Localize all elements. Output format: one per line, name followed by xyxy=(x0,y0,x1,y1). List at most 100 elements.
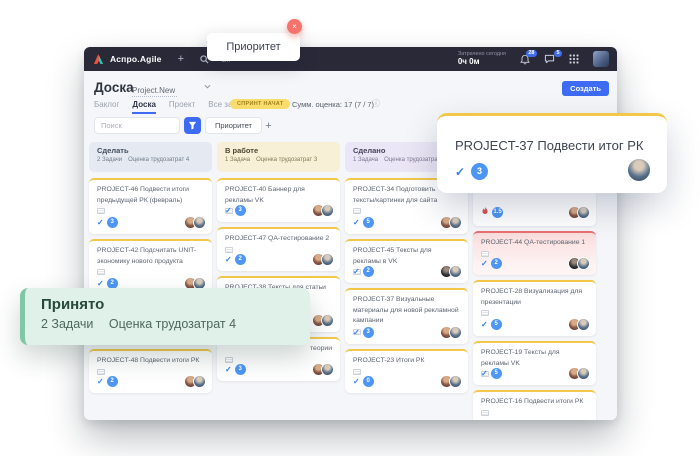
task-card[interactable]: PROJECT-44 QA-тестирование 1✓2 xyxy=(473,231,596,275)
task-card[interactable]: PROJECT-48 Подвести итоги РК✓2 xyxy=(89,349,212,393)
card-footer: ✓2 xyxy=(97,375,206,388)
tooltip-close-button[interactable]: × xyxy=(287,19,302,34)
task-count: 2 Задачи xyxy=(97,157,122,163)
description-icon xyxy=(97,208,105,214)
task-card[interactable]: PROJECT-42 Подсчитать UNIT-экономику нов… xyxy=(89,239,212,295)
task-title: PROJECT-37 Визуальные материалы для ново… xyxy=(353,295,460,327)
assignee-avatars xyxy=(312,204,334,217)
assignee-avatars xyxy=(568,318,590,331)
avatar xyxy=(321,314,334,327)
card-footer: ✓3 xyxy=(353,326,462,339)
avatar xyxy=(577,206,590,219)
estimate-badge: 3 xyxy=(471,163,488,180)
column-header: Сделать2 ЗадачиОценка трудозатрат 4 xyxy=(89,142,212,172)
check-icon: ✓ xyxy=(481,259,488,268)
task-card[interactable]: PROJECT-23 Итоги РК✓0 xyxy=(345,349,468,393)
task-title: PROJECT-46 Подвести итоги предыдущей РК … xyxy=(97,185,204,206)
assignee-avatars xyxy=(568,367,590,380)
add-filter-button[interactable]: + xyxy=(260,117,277,134)
card-footer: ✓3 xyxy=(225,204,334,217)
task-title: PROJECT-45 Тексты для рекламы в VK xyxy=(353,246,460,267)
task-callout-card[interactable]: PROJECT-37 Подвести итог РК ✓ 3 xyxy=(437,113,667,193)
filter-button[interactable] xyxy=(184,117,201,134)
tab-3[interactable]: Проект xyxy=(169,100,195,114)
task-card[interactable]: PROJECT-28 Визуализация для презентации✓… xyxy=(473,280,596,336)
description-icon xyxy=(225,247,233,253)
assignee-avatars xyxy=(312,363,334,376)
estimate-badge: 1.5 xyxy=(492,207,503,218)
chat-badge: 5 xyxy=(554,50,562,57)
create-button[interactable]: Создать xyxy=(562,81,609,96)
task-card[interactable]: PROJECT-40 Баннер для рекламы VK✓3 xyxy=(217,178,340,222)
task-title: PROJECT-47 QA-тестирование 2 xyxy=(225,234,332,245)
notification-badge: 28 xyxy=(526,50,537,57)
quick-add-button[interactable]: + xyxy=(178,53,184,65)
estimate-badge: 3 xyxy=(235,205,246,216)
check-icon: ✓ xyxy=(353,218,360,227)
column-callout-card: Принято 2 Задачи Оценка трудозатрат 4 xyxy=(20,288,310,345)
search-input[interactable] xyxy=(94,117,180,134)
task-card[interactable]: PROJECT-47 QA-тестирование 2 ✓2 xyxy=(217,227,340,271)
card-footer: ✓2 xyxy=(225,253,334,266)
avatar xyxy=(321,363,334,376)
task-title: теории xyxy=(225,344,332,355)
avatar xyxy=(449,375,462,388)
task-callout-title: PROJECT-37 Подвести итог РК xyxy=(455,138,643,153)
avatar xyxy=(449,326,462,339)
assignee-avatars xyxy=(184,375,206,388)
estimate-badge: 5 xyxy=(491,368,502,379)
task-card[interactable]: PROJECT-46 Подвести итоги предыдущей РК … xyxy=(89,178,212,234)
project-selector[interactable]: Project.New xyxy=(132,86,177,97)
check-icon: ✓ xyxy=(481,369,488,378)
card-footer: ✓3 xyxy=(97,216,206,229)
check-icon: ✓ xyxy=(353,267,360,276)
funnel-icon xyxy=(188,121,197,130)
avatar xyxy=(193,216,206,229)
task-card[interactable]: PROJECT-16 Подвести итоги РК✓ xyxy=(473,390,596,420)
chevron-down-icon xyxy=(204,84,211,89)
card-footer: ✓5 xyxy=(353,216,462,229)
tab-2[interactable]: Доска xyxy=(132,100,155,114)
check-icon: ✓ xyxy=(97,377,104,386)
card-footer: ✓0 xyxy=(353,375,462,388)
avatar xyxy=(449,265,462,278)
chat-icon xyxy=(544,54,555,64)
avatar xyxy=(193,375,206,388)
task-card[interactable]: PROJECT-37 Визуальные материалы для ново… xyxy=(345,288,468,344)
assignee-avatar xyxy=(627,158,651,182)
chat-button[interactable]: 5 xyxy=(544,54,555,64)
description-icon xyxy=(481,410,489,416)
task-card[interactable]: PROJECT-19 Тексты для рекламы VK✓5 xyxy=(473,341,596,385)
avatar xyxy=(321,253,334,266)
priority-filter-chip[interactable]: Приоритет xyxy=(205,117,262,134)
card-footer: ✓2 xyxy=(481,257,590,270)
time-spent-value: 0ч 0м xyxy=(458,57,506,67)
assignee-avatars xyxy=(440,375,462,388)
apps-menu-button[interactable] xyxy=(569,54,579,64)
board-tabs: БаклогДоскаПроектВсе задачи xyxy=(94,100,250,114)
assignee-avatars xyxy=(312,314,334,327)
estimate-badge: 5 xyxy=(491,319,502,330)
task-count: 2 Задачи xyxy=(41,317,93,331)
task-title: PROJECT-28 Визуализация для презентации xyxy=(481,287,588,308)
sprint-status-badge: СПРИНТ НАЧАТ xyxy=(230,99,290,109)
card-footer: ✓2 xyxy=(353,265,462,278)
task-count: 1 Задача xyxy=(225,157,250,163)
app-header: Аспро.Agile + Сп Затрачено сегодня 0ч 0м… xyxy=(84,47,617,71)
close-icon: × xyxy=(292,22,297,31)
user-avatar[interactable] xyxy=(593,51,609,67)
notifications-button[interactable]: 28 xyxy=(520,54,530,65)
avatar xyxy=(577,367,590,380)
estimate-badge: 2 xyxy=(235,254,246,265)
priority-tooltip: Приоритет xyxy=(207,33,300,61)
task-card[interactable]: PROJECT-45 Тексты для рекламы в VK✓2 xyxy=(345,239,468,283)
tab-1[interactable]: Баклог xyxy=(94,100,119,114)
column-2: В работе1 ЗадачаОценка трудозатрат 3PROJ… xyxy=(217,142,340,386)
check-icon: ✓ xyxy=(97,279,104,288)
column-1: Сделать2 ЗадачиОценка трудозатрат 4 PROJE… xyxy=(89,142,212,398)
estimate-badge: 2 xyxy=(363,266,374,277)
estimate-badge: 3 xyxy=(107,217,118,228)
avatar xyxy=(449,216,462,229)
info-icon[interactable]: ⓘ xyxy=(372,98,380,109)
description-icon xyxy=(225,357,233,363)
